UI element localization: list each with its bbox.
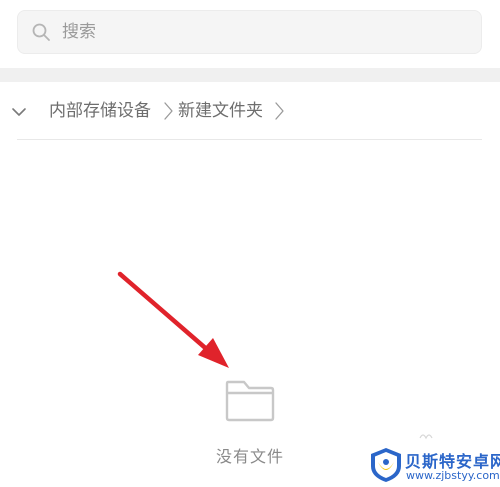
watermark-url: www.zjbstyy.com — [406, 469, 500, 482]
chevron-down-icon[interactable] — [8, 101, 30, 123]
breadcrumb-item-internal-storage[interactable]: 内部存储设备 — [49, 100, 151, 122]
section-divider — [0, 68, 500, 82]
search-bar[interactable] — [17, 10, 482, 54]
search-icon — [32, 23, 50, 41]
breadcrumb-divider — [17, 139, 482, 140]
folder-icon — [225, 380, 275, 422]
watermark-decoration — [419, 434, 433, 440]
breadcrumb-item-new-folder[interactable]: 新建文件夹 — [178, 100, 263, 122]
shield-logo-icon — [371, 448, 401, 482]
chevron-right-icon — [275, 102, 284, 120]
file-manager-screen: 内部存储设备 新建文件夹 没有文件 贝斯特安卓网 www.zjbstyy.com — [0, 0, 500, 487]
chevron-right-icon — [164, 102, 173, 120]
search-input[interactable] — [62, 11, 462, 53]
watermark: 贝斯特安卓网 www.zjbstyy.com — [368, 446, 500, 486]
breadcrumb: 内部存储设备 新建文件夹 — [0, 82, 500, 140]
